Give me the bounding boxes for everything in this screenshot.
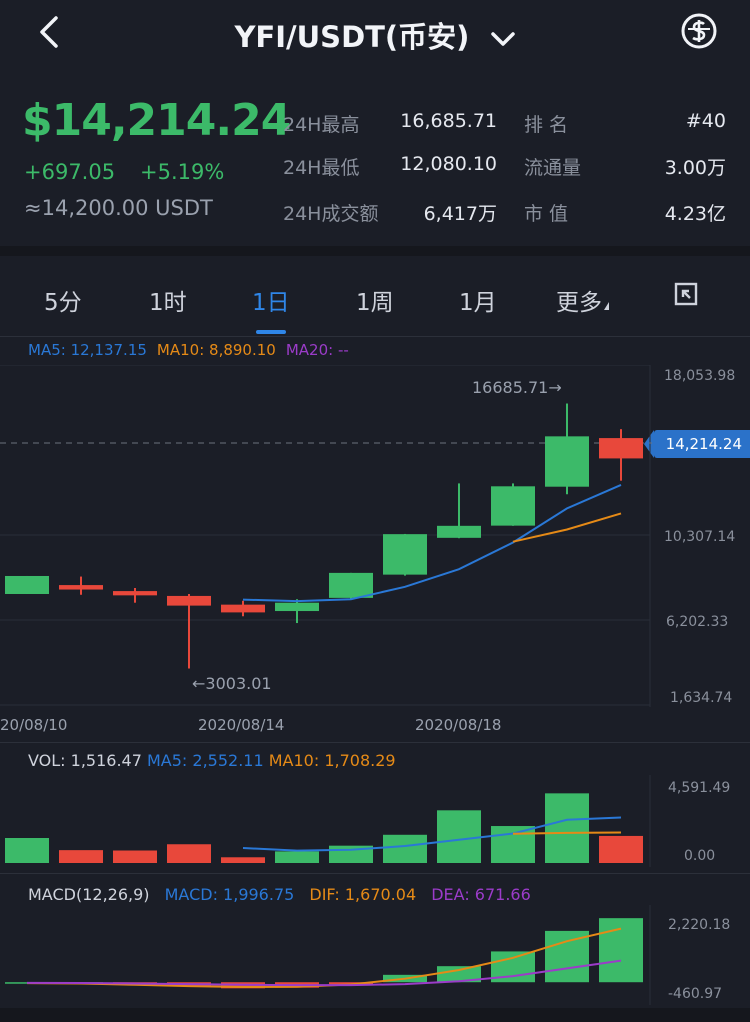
volume-bar [113,850,157,863]
vol-legend: VOL: 1,516.47 MA5: 2,552.11 MA10: 1,708.… [28,751,396,770]
volume-bar [59,850,103,863]
macd-bar [599,918,643,983]
candlestick-chart[interactable] [0,365,750,707]
tab-1day[interactable]: 1日 [252,283,290,317]
stat-label-marketcap: 市 值 [524,203,569,225]
stat-value-circulation: 3.00万 [664,157,726,179]
volume-bar [275,851,319,863]
bottom-bar [0,1008,750,1022]
dea-value: DEA: 671.66 [431,885,531,904]
tab-more[interactable]: 更多 [556,283,609,317]
active-tab-indicator [256,330,286,334]
stat-label-circulation: 流通量 [524,157,582,179]
price-change: +697.05 [24,160,116,184]
divider [0,246,750,256]
volume-bar [167,844,211,863]
ma5-line [242,484,622,603]
candle-body [437,525,481,538]
vol-value: VOL: 1,516.47 [28,751,142,770]
volume-chart[interactable] [0,775,750,867]
vol-ma5-value: MA5: 2,552.11 [147,751,264,770]
date-axis-label: 2020/08/18 [415,716,502,734]
stat-label-low: 24H最低 [283,157,360,179]
vol-ma10-value: MA10: 1,708.29 [268,751,396,770]
candle-body [167,595,211,606]
tab-1week[interactable]: 1周 [356,283,394,317]
candle-body [545,436,589,487]
stat-label-high: 24H最高 [283,114,360,136]
fullscreen-icon[interactable] [674,282,698,306]
ma10-value: MA10: 8,890.10 [156,341,276,359]
pair-title[interactable]: YFI/USDT(币安) [0,14,750,56]
price-change-pct: +5.19% [140,160,225,184]
ma5-value: MA5: 12,137.15 [28,341,147,359]
candle-body [275,602,319,612]
candle-body [383,534,427,575]
ma20-value: MA20: -- [285,341,349,359]
candle-body [491,486,535,526]
ma-legend: MA5: 12,137.15 MA10: 8,890.10 MA20: -- [28,341,349,359]
macd-chart[interactable] [0,905,750,1005]
current-price: $14,214.24 [22,95,291,146]
date-axis-label: 20/08/10 [0,716,68,734]
macd-value: MACD: 1,996.75 [164,885,295,904]
stat-label-rank: 排 名 [524,114,569,136]
tab-5min[interactable]: 5分 [44,283,82,317]
volume-bar [221,857,265,863]
candle-body [329,572,373,598]
chevron-down-icon[interactable] [490,30,516,48]
stat-label-turnover: 24H成交额 [283,203,379,225]
volume-bar [599,835,643,863]
candle-body [599,438,643,459]
vol-ma10-line [512,831,622,835]
pair-title-text: YFI/USDT(币安) [234,20,470,54]
volume-bar [437,810,481,863]
approx-price: ≈14,200.00 USDT [24,196,213,220]
divider [0,873,750,874]
stat-value-high: 16,685.71 [400,110,497,132]
volume-bar [383,834,427,863]
candle-body [5,575,49,594]
candle-body [113,591,157,596]
stat-value-marketcap: 4.23亿 [664,203,726,225]
currency-switch-icon[interactable] [680,12,718,50]
candle-body [221,604,265,613]
volume-bar [545,793,589,863]
macd-legend: MACD(12,26,9) MACD: 1,996.75 DIF: 1,670.… [28,885,531,904]
date-axis-label: 2020/08/14 [198,716,285,734]
volume-bar [491,826,535,863]
nav-bar: YFI/USDT(币安) [0,0,750,64]
dropdown-triangle-icon [604,302,609,310]
candle-body [59,585,103,590]
stat-value-turnover: 6,417万 [423,203,497,225]
macd-params: MACD(12,26,9) [28,885,150,904]
tab-1hour[interactable]: 1时 [149,283,187,317]
stat-value-rank: #40 [685,110,726,132]
volume-bar [5,837,49,863]
divider [0,742,750,743]
tab-1month[interactable]: 1月 [459,283,497,317]
dif-value: DIF: 1,670.04 [309,885,417,904]
tab-more-label: 更多 [556,290,602,316]
stat-value-low: 12,080.10 [400,153,497,175]
